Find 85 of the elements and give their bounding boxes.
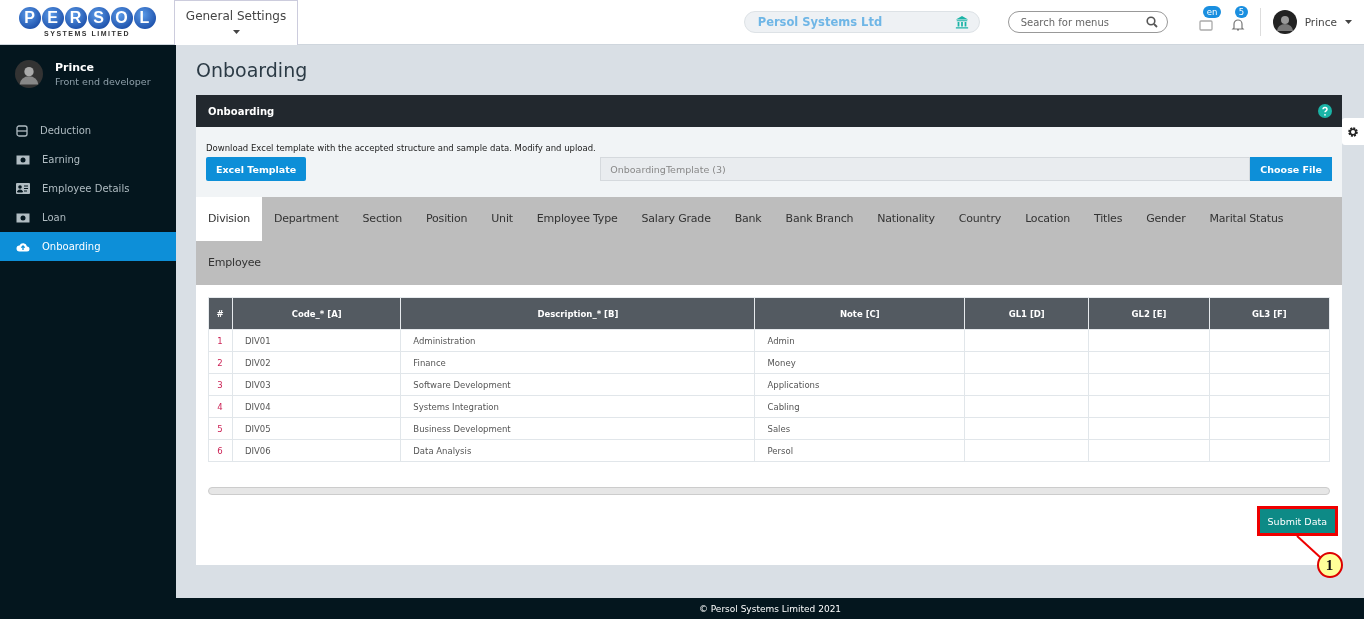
tab[interactable]: Division xyxy=(196,197,262,241)
table-cell: DIV04 xyxy=(245,401,271,412)
money-icon xyxy=(16,154,30,165)
column-header: Code_* [A] xyxy=(232,297,401,330)
table-cell: Business Development xyxy=(413,423,511,434)
tab[interactable]: Country xyxy=(946,197,1014,241)
tab[interactable]: Marital Status xyxy=(1197,197,1296,241)
user-menu[interactable]: Prince xyxy=(1272,10,1352,34)
id-card-icon xyxy=(16,183,30,194)
leader-line xyxy=(1295,535,1322,559)
tab[interactable]: Department xyxy=(262,197,351,241)
settings-tab[interactable] xyxy=(1342,118,1364,145)
excel-template-button[interactable]: Excel Template xyxy=(206,157,307,181)
language-badge: en xyxy=(1202,6,1222,18)
profile-role: Front end developer xyxy=(55,76,151,87)
tab[interactable]: Titles xyxy=(1082,197,1135,241)
table-cell: Admin xyxy=(767,335,795,346)
table-cell: 6 xyxy=(217,445,223,456)
footer: © Persol Systems Limited 2021 xyxy=(0,598,1364,619)
bank-icon xyxy=(954,15,969,29)
table-cell: 3 xyxy=(217,379,223,390)
table-cell: Cabling xyxy=(767,401,800,412)
caret-icon xyxy=(232,30,240,34)
table-cell: 2 xyxy=(217,357,223,368)
table-cell: Administration xyxy=(413,335,476,346)
tab[interactable]: Location xyxy=(1013,197,1083,241)
tab[interactable]: Position xyxy=(414,197,480,241)
bell-icon[interactable] xyxy=(1230,18,1245,32)
submit-data-button[interactable]: Submit Data xyxy=(1259,509,1335,533)
tab[interactable]: Unit xyxy=(479,197,525,241)
table-cell: 5 xyxy=(217,423,223,434)
caret-icon xyxy=(1345,20,1352,24)
page-title: Onboarding xyxy=(196,58,309,82)
sidebar-item[interactable]: Onboarding xyxy=(0,232,176,261)
table-cell: Applications xyxy=(767,379,820,390)
table-cell: DIV06 xyxy=(245,445,271,456)
minus-box-icon xyxy=(16,124,28,137)
callout-marker: 1 xyxy=(1316,552,1343,578)
tab[interactable]: Bank Branch xyxy=(773,197,866,241)
settings-icon xyxy=(1347,125,1359,138)
notification-badge: 5 xyxy=(1234,6,1249,18)
settings-menu-button[interactable]: General Settings xyxy=(174,0,298,45)
tab[interactable]: Employee Type xyxy=(524,197,630,241)
tab[interactable]: Gender xyxy=(1134,197,1198,241)
tab[interactable]: Salary Grade xyxy=(629,197,723,241)
help-icon[interactable] xyxy=(1318,104,1332,118)
column-header: GL2 [E] xyxy=(1088,297,1210,330)
instructions: Download Excel template with the accepted structure and sample data. Modify and upload. xyxy=(206,143,597,153)
sidebar-item[interactable]: Earning xyxy=(0,145,176,174)
table-cell: Software Development xyxy=(413,379,511,390)
table-cell: Persol xyxy=(767,445,794,456)
table-cell: Money xyxy=(767,357,796,368)
column-header: Description_* [B] xyxy=(400,297,755,330)
table-cell: DIV01 xyxy=(245,335,271,346)
column-header: Note [C] xyxy=(755,297,965,330)
choose-file-button[interactable]: Choose File xyxy=(1250,157,1332,181)
money-icon xyxy=(16,212,30,223)
sidebar-item[interactable]: Employee Details xyxy=(0,174,176,203)
column-header: GL1 [D] xyxy=(964,297,1089,330)
card-title: Onboarding xyxy=(208,105,275,117)
table-cell: 4 xyxy=(217,401,223,412)
tab[interactable]: Nationality xyxy=(865,197,947,241)
language-icon[interactable] xyxy=(1198,18,1213,32)
table-cell: Finance xyxy=(413,357,446,368)
tab[interactable]: Employee xyxy=(196,241,273,285)
table-cell: Sales xyxy=(767,423,791,434)
table-cell: DIV02 xyxy=(245,357,271,368)
sidebar-item[interactable]: Deduction xyxy=(0,116,176,145)
table-cell: DIV03 xyxy=(245,379,271,390)
tab[interactable]: Bank xyxy=(722,197,774,241)
cloud-upload-icon xyxy=(16,241,30,252)
table-cell: Systems Integration xyxy=(413,401,499,412)
tab[interactable]: Section xyxy=(350,197,415,241)
column-header: # xyxy=(208,297,233,330)
table-cell: 1 xyxy=(217,335,223,346)
avatar xyxy=(15,60,43,88)
profile-name: Prince xyxy=(55,61,96,74)
avatar xyxy=(1272,10,1297,34)
sidebar-item[interactable]: Loan xyxy=(0,203,176,232)
search-field[interactable]: Search for menus xyxy=(1007,11,1168,33)
table-cell: DIV05 xyxy=(245,423,271,434)
table-cell: Data Analysis xyxy=(413,445,472,456)
column-header: GL3 [F] xyxy=(1209,297,1330,330)
scrollbar[interactable] xyxy=(208,487,1330,495)
search-icon xyxy=(1145,16,1158,28)
